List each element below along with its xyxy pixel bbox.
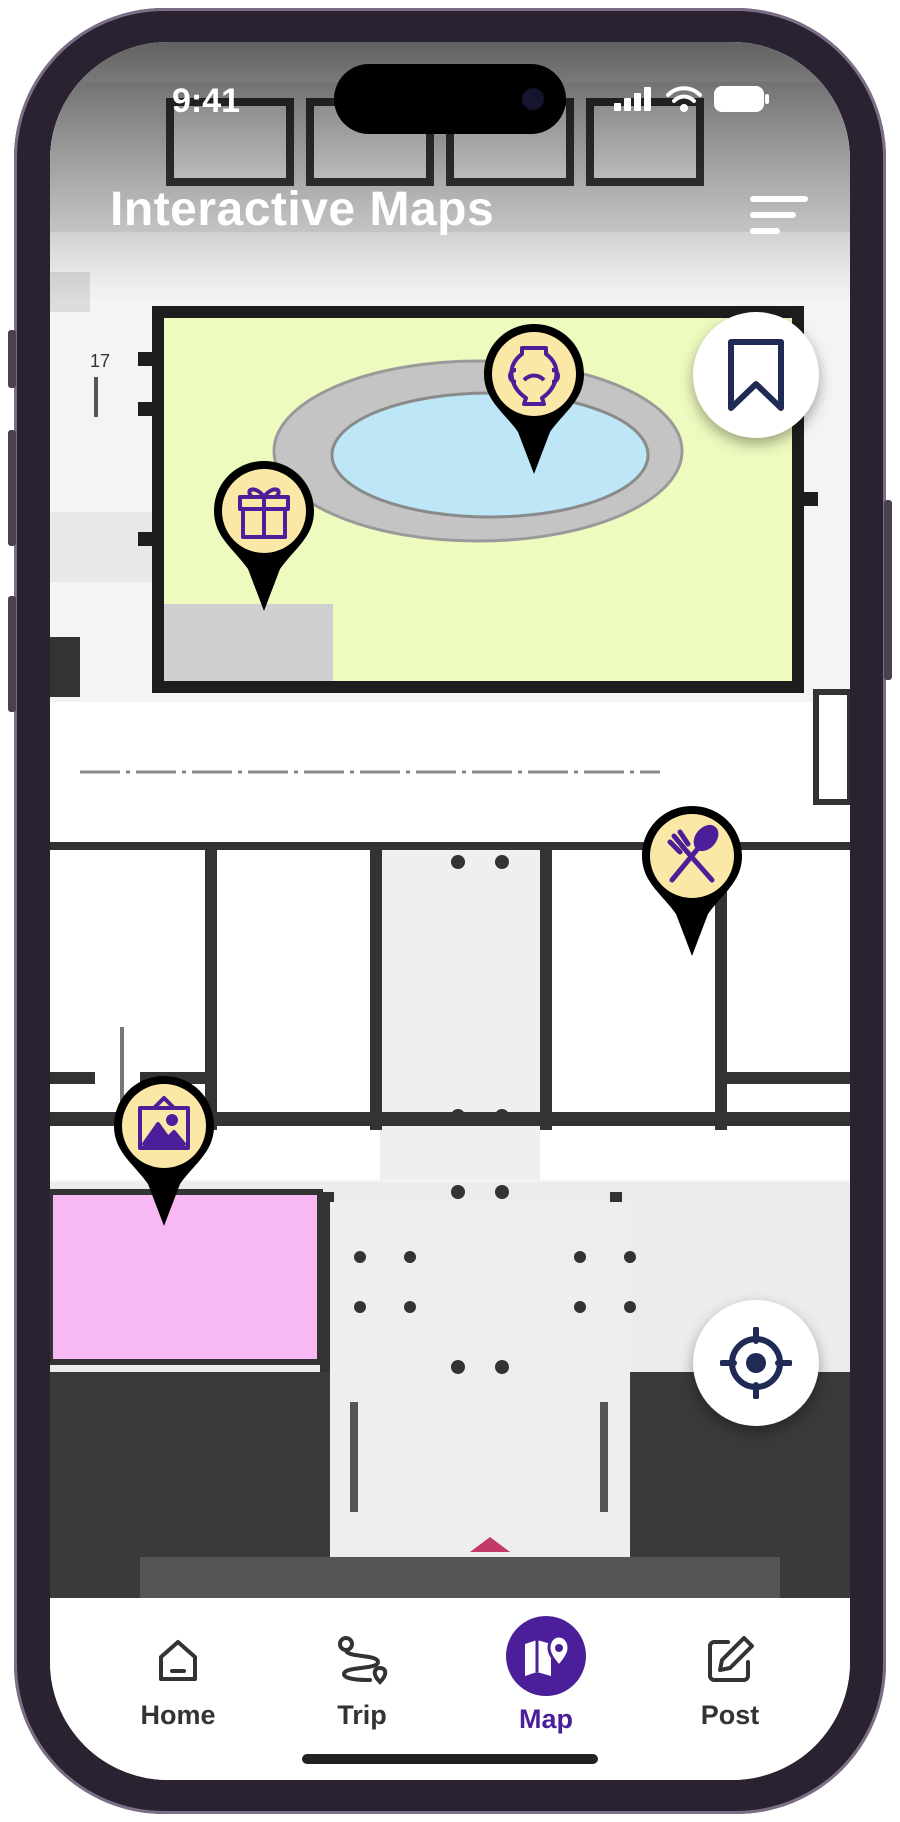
tab-bar: Home Trip Map Post [50,1598,850,1780]
wifi-icon [666,86,702,112]
edit-icon [698,1628,762,1692]
status-icons [614,86,770,112]
tab-home[interactable]: Home [98,1628,258,1738]
map-pin-museum[interactable] [478,320,590,480]
dynamic-island [334,64,566,134]
bookmark-icon [728,339,784,411]
tab-trip-label: Trip [337,1700,387,1730]
locate-me-button[interactable] [693,1300,819,1426]
volume-down-button [8,596,16,712]
status-bar: 9:41 [50,42,850,134]
tab-map[interactable]: Map [466,1616,626,1738]
route-icon [330,1628,394,1692]
tab-post[interactable]: Post [650,1628,810,1738]
tab-map-label: Map [519,1704,573,1734]
screen: 17 9:41 Interactive Maps Home Trip Map P… [50,42,850,1780]
map-pin-gift-shop[interactable] [208,457,320,617]
svg-text:17: 17 [90,351,110,371]
tab-home-label: Home [140,1700,216,1730]
hamburger-menu-icon[interactable] [746,192,810,238]
map-pin-icon [506,1616,586,1696]
power-button [884,500,892,680]
volume-up-button [8,430,16,546]
battery-icon [714,86,769,112]
map-pin-gallery[interactable] [108,1072,220,1232]
tab-trip[interactable]: Trip [282,1628,442,1738]
home-indicator [302,1754,598,1764]
front-camera [522,88,544,110]
app-header: Interactive Maps [50,172,850,252]
tab-post-label: Post [700,1700,760,1730]
map-pin-restaurant[interactable] [636,802,748,962]
bookmark-button[interactable] [693,312,819,438]
crosshair-icon [720,1327,792,1399]
signal-icon [614,87,651,111]
page-title: Interactive Maps [110,183,495,236]
status-time: 9:41 [172,82,241,120]
action-button [8,330,16,388]
home-icon [146,1628,210,1692]
